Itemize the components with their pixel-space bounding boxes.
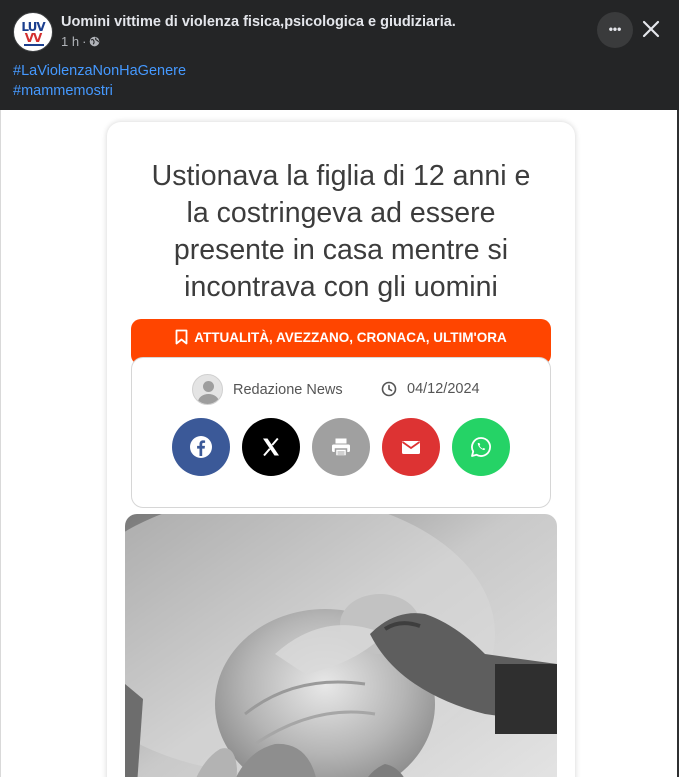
x-share-button [242,418,300,476]
more-options-button[interactable]: ••• [597,12,633,48]
globe-icon [90,36,100,47]
article-date: 04/12/2024 [381,381,480,397]
post-meta: 1 h · [61,34,100,49]
hashtag-link[interactable]: #mammemostri [13,81,186,101]
avatar-logo-bar [24,44,44,46]
headline-line: incontrava con gli uomini [184,271,498,303]
page-avatar[interactable]: LUV VV [13,12,53,52]
facebook-icon [190,436,212,458]
x-icon [263,437,279,457]
post-header: LUV VV Uomini vittime di violenza fisica… [0,0,679,110]
headline-line: presente in casa mentre si [173,234,509,266]
print-icon [332,438,350,457]
meta-separator: · [82,34,87,49]
date-text: 04/12/2024 [407,381,480,397]
image-edge [0,110,1,777]
category-list: ATTUALITÀ, AVEZZANO, CRONACA, ULTIM'ORA [194,330,507,345]
author-name: Redazione News [233,381,343,398]
author: Redazione News [192,374,343,405]
bookmark-icon [175,329,188,345]
author-avatar [192,374,223,405]
email-icon [401,441,421,454]
post-image[interactable]: Ustionava la figlia di 12 anni e la cost… [0,110,679,777]
article-card: Ustionava la figlia di 12 anni e la cost… [107,122,575,777]
whatsapp-icon [471,437,491,457]
headline-line: la costringeva ad essere [186,197,496,229]
article-photo [125,514,557,777]
share-buttons [172,418,512,476]
clock-icon [381,381,397,397]
hashtags: #LaViolenzaNonHaGenere #mammemostri [13,61,186,101]
headline-line: Ustionava la figlia di 12 anni e [151,160,531,192]
facebook-share-button [172,418,230,476]
hashtag-link[interactable]: #LaViolenzaNonHaGenere [13,61,186,81]
print-share-button [312,418,370,476]
whatsapp-share-button [452,418,510,476]
close-icon[interactable] [636,14,666,44]
avatar-logo-line2: VV [24,31,43,45]
email-share-button [382,418,440,476]
page-name[interactable]: Uomini vittime di violenza fisica,psicol… [61,14,456,30]
article-meta-box: Redazione News 04/12/2024 [131,357,551,508]
article-headline: Ustionava la figlia di 12 anni e la cost… [107,158,575,306]
more-options-icon: ••• [608,22,622,36]
post-time[interactable]: 1 h [61,34,79,49]
